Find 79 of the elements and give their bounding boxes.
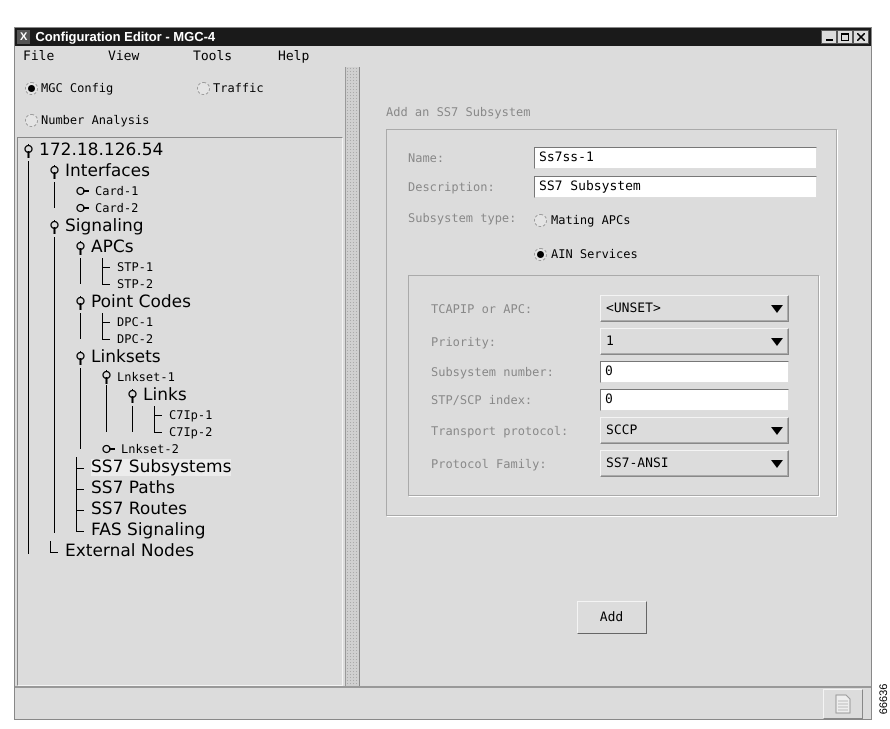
dropdown-arrow-icon (771, 338, 783, 346)
text-field[interactable]: SS7 Subsystem (534, 176, 817, 198)
tree-item[interactable]: SS7 Routes (91, 501, 188, 518)
menu-item[interactable]: File (15, 46, 100, 66)
minimize-button[interactable] (821, 30, 837, 44)
tree-item[interactable]: STP-1 (117, 260, 154, 272)
menu-item[interactable]: Tools (185, 46, 270, 66)
field-label: STP/SCP index: (431, 392, 534, 409)
dropdown[interactable]: 1 (600, 328, 789, 355)
tree-item[interactable]: Linksets (91, 349, 161, 366)
tree-item[interactable]: Lnkset-1 (117, 370, 175, 382)
expanded-node-icon[interactable] (76, 296, 85, 310)
collapsed-node-icon[interactable] (102, 444, 115, 454)
radio-label[interactable]: Number Analysis (41, 111, 150, 129)
expanded-node-icon[interactable] (50, 220, 59, 234)
field-label: Transport protocol: (431, 422, 570, 440)
expanded-node-icon[interactable] (24, 144, 33, 158)
radio-button[interactable] (197, 82, 210, 94)
radio-button[interactable] (534, 248, 547, 260)
tree-item[interactable]: Signaling (65, 218, 144, 235)
tree-item[interactable]: SS7 Paths (91, 480, 176, 497)
text-field[interactable]: 0 (600, 361, 789, 383)
window-title: Configuration Editor - MGC-4 (35, 28, 216, 46)
radio-label[interactable]: AIN Services (551, 245, 638, 263)
tree-item[interactable]: External Nodes (65, 543, 194, 560)
dropdown[interactable]: <UNSET> (600, 295, 789, 322)
tree-item[interactable]: Lnkset-2 (121, 442, 179, 454)
radio-button[interactable] (25, 82, 38, 94)
expanded-node-icon[interactable] (50, 164, 59, 178)
radio-button[interactable] (534, 214, 547, 226)
tree-item[interactable]: DPC-2 (117, 332, 154, 344)
tree-item[interactable]: SS7 Subsystems (91, 459, 232, 476)
radio-label[interactable]: Traffic (213, 79, 264, 97)
tree-item[interactable]: Links (143, 387, 187, 404)
figure-number: 66636 (876, 682, 890, 714)
tree-item[interactable]: Card-1 (95, 184, 138, 196)
form-title: Add an SS7 Subsystem (386, 104, 532, 121)
expanded-node-icon[interactable] (128, 388, 137, 402)
radio-label[interactable]: MGC Config (41, 79, 114, 97)
expanded-node-icon[interactable] (102, 370, 111, 384)
tree-item[interactable]: C7Ip-2 (169, 426, 212, 438)
close-icon (857, 33, 865, 41)
radio-label[interactable]: Mating APCs (551, 211, 630, 229)
maximize-button[interactable] (837, 30, 853, 44)
radio-button[interactable] (25, 114, 38, 126)
text-field[interactable]: 0 (600, 389, 789, 411)
dropdown-arrow-icon (771, 304, 783, 312)
dropdown[interactable]: SCCP (600, 417, 789, 444)
field-label: Name: (408, 150, 446, 167)
tree-item[interactable]: 172.18.126.54 (39, 142, 164, 159)
add-button[interactable]: Add (576, 601, 646, 634)
menu-item[interactable]: View (100, 46, 185, 66)
field-label: TCAPIP or APC: (431, 300, 534, 318)
field-label: Subsystem type: (408, 210, 518, 227)
expanded-node-icon[interactable] (76, 240, 85, 254)
document-icon (835, 694, 851, 714)
text-field[interactable]: Ss7ss-1 (534, 147, 817, 169)
tree-item[interactable]: APCs (91, 239, 134, 256)
tree-item[interactable]: FAS Signaling (91, 522, 206, 539)
menu-item[interactable]: Help (270, 46, 355, 66)
collapsed-node-icon[interactable] (76, 202, 89, 212)
field-label: Subsystem number: (431, 364, 555, 381)
tree-item[interactable]: DPC-1 (117, 316, 154, 328)
dropdown[interactable]: SS7-ANSI (600, 450, 789, 477)
app-icon: X (17, 30, 30, 44)
close-button[interactable] (853, 30, 869, 44)
field-label: Priority: (431, 334, 498, 350)
field-label: Protocol Family: (431, 456, 548, 472)
dropdown-arrow-icon (771, 460, 783, 468)
dropdown-arrow-icon (771, 426, 783, 434)
tree-item[interactable]: Interfaces (65, 163, 150, 180)
expanded-node-icon[interactable] (76, 350, 85, 364)
tree-item[interactable]: C7Ip-1 (169, 408, 212, 420)
status-button[interactable] (823, 688, 863, 718)
field-label: Description: (408, 179, 496, 196)
tree-item[interactable]: STP-2 (117, 278, 154, 290)
collapsed-node-icon[interactable] (76, 186, 89, 196)
tree-item[interactable]: Card-2 (95, 202, 138, 214)
tree-item[interactable]: Point Codes (91, 294, 191, 311)
